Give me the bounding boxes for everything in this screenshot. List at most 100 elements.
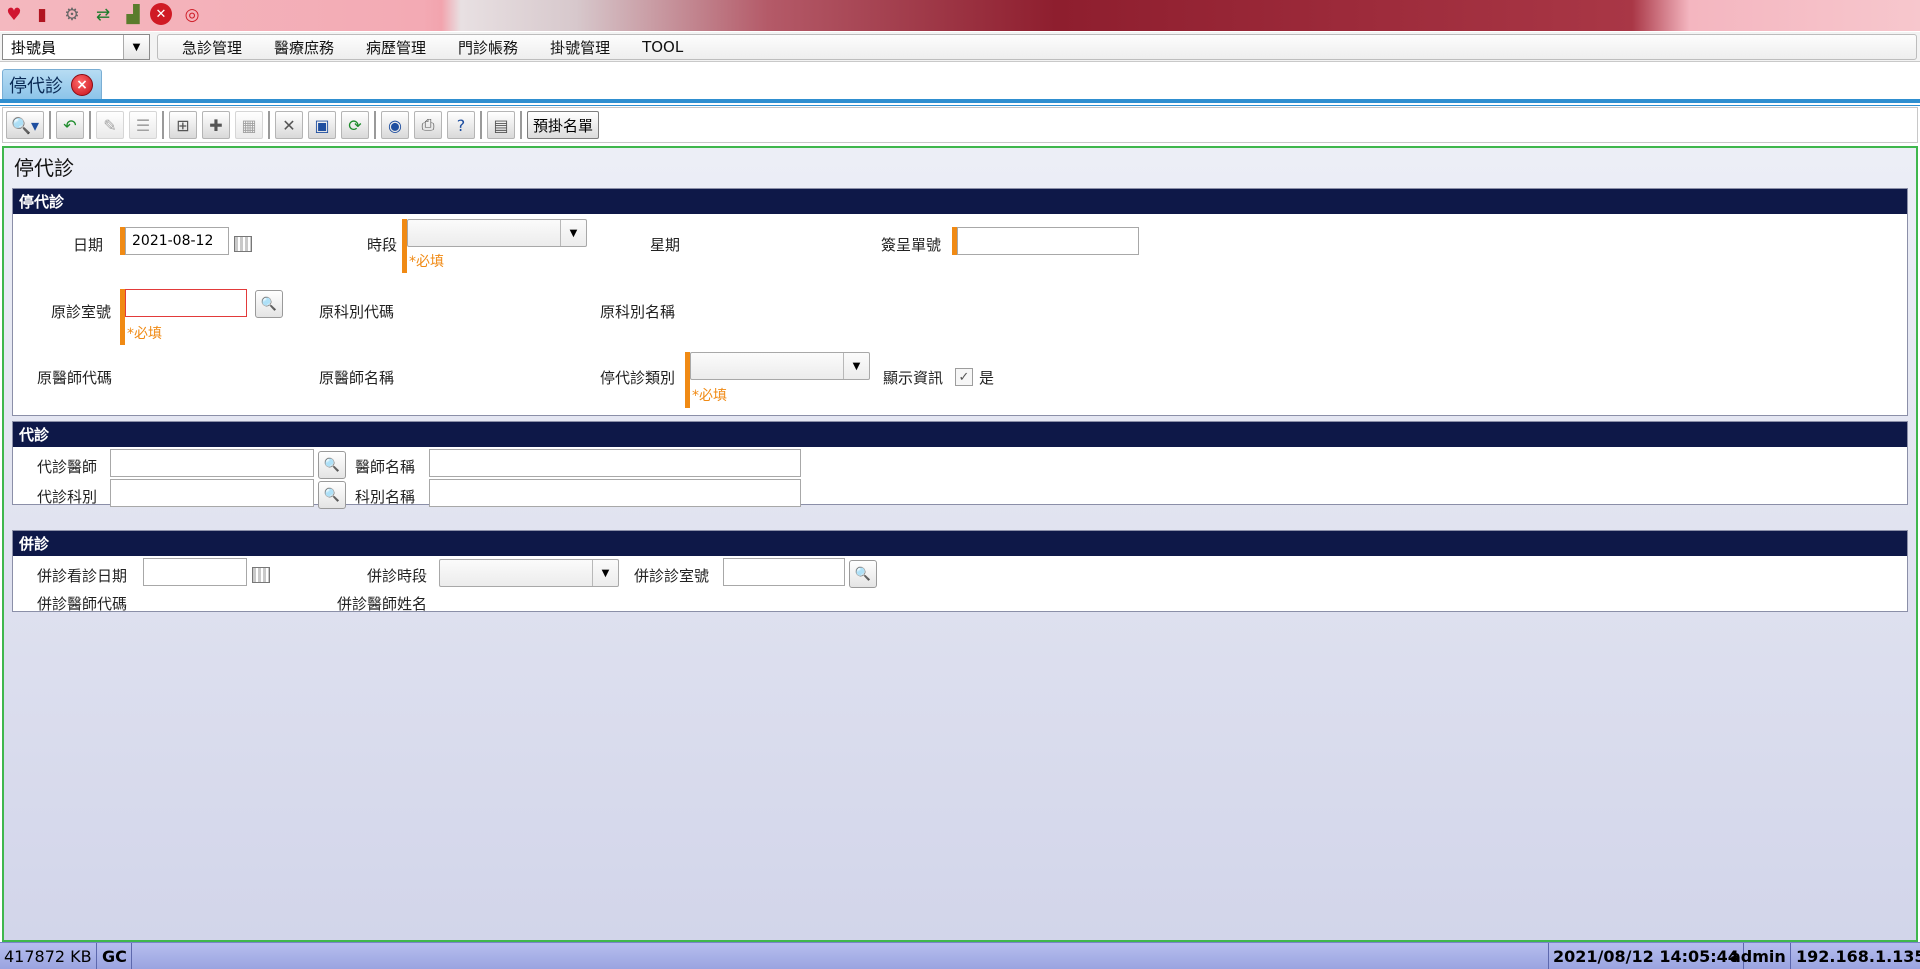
menu-records[interactable]: 病歷管理 — [366, 37, 426, 58]
section-substitute: 代診 代診醫師 🔍 醫師名稱 代診科別 🔍 科別名稱 — [12, 421, 1908, 509]
tab-stop-substitute[interactable]: 停代診 × — [2, 69, 102, 99]
undo-icon[interactable]: ↶ — [56, 111, 84, 139]
sub-dept-label: 代診科別 — [37, 488, 98, 506]
show-info-checkbox-label: 是 — [979, 369, 995, 387]
date-input[interactable]: 2021-08-12 — [125, 227, 229, 255]
help-icon[interactable]: ? — [447, 111, 475, 139]
chevron-down-icon[interactable]: ▼ — [123, 35, 149, 59]
section-header: 併診 — [13, 531, 1907, 556]
close-app-icon[interactable]: ✕ — [150, 3, 172, 25]
merge-room-input[interactable] — [723, 558, 845, 586]
page-title: 停代診 — [14, 156, 74, 180]
show-info-checkbox[interactable]: ✓ — [955, 368, 973, 386]
chevron-down-icon[interactable]: ▼ — [592, 560, 618, 586]
menu-registration[interactable]: 掛號管理 — [550, 37, 610, 58]
role-select-value: 掛號員 — [11, 38, 57, 57]
gear-icon[interactable]: ⚙ — [60, 3, 84, 27]
merge-period-label: 併診時段 — [367, 567, 428, 585]
section-merge: 併診 併診看診日期 併診時段 ▼ 併診診室號 🔍 併診醫師代碼 併診醫師姓名 — [12, 530, 1908, 613]
gc-button[interactable]: GC — [98, 943, 132, 969]
grid-icon[interactable]: ▦ — [235, 111, 263, 139]
export-icon[interactable]: ▤ — [487, 111, 515, 139]
print-icon[interactable]: ⎙ — [414, 111, 442, 139]
sub-dept-lookup-icon[interactable]: 🔍 — [318, 481, 346, 509]
room-label: 原診室號 — [51, 303, 112, 321]
merge-date-input[interactable] — [143, 558, 247, 586]
menu-medical-affairs[interactable]: 醫療庶務 — [274, 37, 334, 58]
menu-emergency[interactable]: 急診管理 — [182, 37, 242, 58]
doctor-name-input[interactable] — [429, 449, 801, 477]
menu-bar: 掛號員 ▼ 急診管理 醫療庶務 病歷管理 門診帳務 掛號管理 TOOL — [0, 32, 1920, 62]
chevron-down-icon[interactable]: ▼ — [843, 353, 869, 379]
status-ip: 192.168.1.135 — [1796, 947, 1920, 966]
chart-icon[interactable]: ▟ — [121, 3, 145, 27]
room-required-hint: *必填 — [127, 326, 162, 342]
period-required-hint: *必填 — [409, 254, 444, 270]
calendar-icon[interactable] — [252, 567, 270, 583]
status-user: admin — [1726, 943, 1791, 969]
tab-underline-thin — [0, 105, 1920, 106]
approval-no-label: 簽呈單號 — [881, 236, 942, 254]
delete-icon[interactable]: ✕ — [275, 111, 303, 139]
stop-type-select[interactable]: ▼ — [690, 352, 870, 380]
book-icon[interactable]: ▮ — [30, 3, 54, 27]
sub-doctor-label: 代診醫師 — [37, 458, 98, 476]
toolbar-separator — [374, 111, 376, 139]
heart-icon[interactable]: ♥ — [2, 3, 26, 27]
section-header: 代診 — [13, 422, 1907, 447]
stop-type-required-hint: *必填 — [692, 388, 727, 404]
edit-icon[interactable]: ✎ — [96, 111, 124, 139]
toolbar-separator — [520, 111, 522, 139]
toolbar: 🔍▾ ↶ ✎ ☰ ⊞ ✚ ▦ ✕ ▣ ⟳ ◉ ⎙ ? ▤ 預掛名單 — [2, 107, 1918, 143]
period-select[interactable]: ▼ — [407, 219, 587, 247]
document-icon[interactable]: ☰ — [129, 111, 157, 139]
merge-date-label: 併診看診日期 — [37, 567, 128, 585]
search-icon[interactable]: ◉ — [381, 111, 409, 139]
approval-no-input[interactable] — [957, 227, 1139, 255]
query-dropdown-icon[interactable]: 🔍▾ — [6, 111, 44, 139]
memory-usage: 417872 KB — [0, 943, 97, 969]
merge-doctor-code-label: 併診醫師代碼 — [37, 595, 128, 613]
room-lookup-icon[interactable]: 🔍 — [255, 290, 283, 318]
sub-doctor-input[interactable] — [110, 449, 314, 477]
lifebuoy-icon[interactable]: ◎ — [180, 3, 204, 27]
merge-period-select[interactable]: ▼ — [439, 559, 619, 587]
add-icon[interactable]: ✚ — [202, 111, 230, 139]
dept-name-input[interactable] — [429, 479, 801, 507]
menu-billing[interactable]: 門診帳務 — [458, 37, 518, 58]
calendar-icon[interactable] — [234, 236, 252, 252]
merge-room-lookup-icon[interactable]: 🔍 — [849, 560, 877, 588]
app-banner: ♥ ▮ ⚙ ⇄ ▟ ✕ ◎ — [0, 0, 1920, 31]
role-select[interactable]: 掛號員 ▼ — [2, 34, 150, 60]
refresh-icon[interactable]: ⟳ — [341, 111, 369, 139]
main-menu: 急診管理 醫療庶務 病歷管理 門診帳務 掛號管理 TOOL — [157, 34, 1917, 60]
chevron-down-icon[interactable]: ▼ — [560, 220, 586, 246]
dept-name-label: 科別名稱 — [355, 488, 416, 506]
toolbar-separator — [162, 111, 164, 139]
save-icon[interactable]: ▣ — [308, 111, 336, 139]
period-label: 時段 — [367, 236, 398, 254]
section-stop-substitute: 停代診 日期 2021-08-12 時段 ▼ *必填 星期 簽呈單號 原診室號 … — [12, 188, 1908, 416]
content-frame: 停代診 停代診 日期 2021-08-12 時段 ▼ *必填 星期 簽呈單號 原… — [2, 146, 1918, 942]
room-input[interactable] — [125, 289, 247, 317]
section-header: 停代診 — [13, 189, 1907, 214]
sub-dept-input[interactable] — [110, 479, 314, 507]
weekday-label: 星期 — [650, 236, 681, 254]
status-datetime: 2021/08/12 14:05:44 — [1548, 943, 1744, 969]
tab-strip: 停代診 × — [0, 62, 1920, 108]
swap-icon[interactable]: ⇄ — [91, 3, 115, 27]
toolbar-separator — [268, 111, 270, 139]
toolbar-separator — [89, 111, 91, 139]
doctor-code-label: 原醫師代碼 — [37, 369, 113, 387]
close-tab-icon[interactable]: × — [71, 73, 93, 96]
dept-code-label: 原科別代碼 — [319, 303, 395, 321]
doctor-name-label: 原醫師名稱 — [319, 369, 395, 387]
show-info-label: 顯示資訊 — [883, 369, 944, 387]
status-bar: 417872 KB GC 2021/08/12 14:05:44 admin 1… — [0, 942, 1920, 969]
tab-label: 停代診 — [9, 75, 63, 97]
merge-doctor-name-label: 併診醫師姓名 — [337, 595, 428, 613]
sub-doctor-lookup-icon[interactable]: 🔍 — [318, 451, 346, 479]
menu-tool[interactable]: TOOL — [642, 38, 683, 56]
new-document-icon[interactable]: ⊞ — [169, 111, 197, 139]
prereg-list-button[interactable]: 預掛名單 — [527, 111, 600, 139]
